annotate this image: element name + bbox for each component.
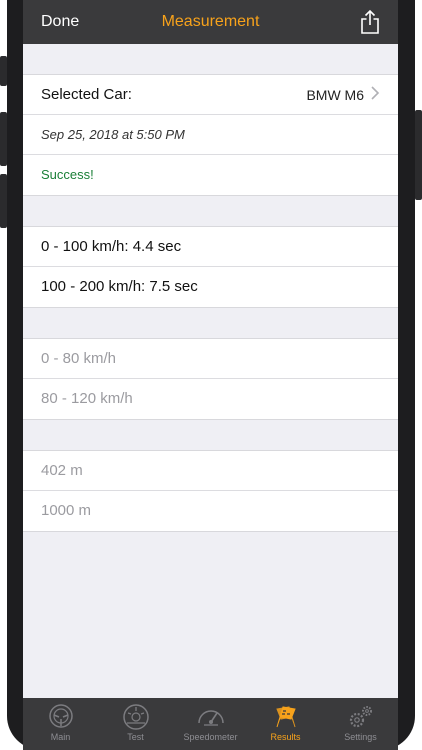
- date-row: Sep 25, 2018 at 5:50 PM: [23, 115, 398, 155]
- speed-range-row: 0 - 80 km/h: [23, 339, 398, 379]
- device-frame: Done Measurement Selected Car: BMW M6 Se…: [0, 0, 422, 750]
- selected-car-row[interactable]: Selected Car: BMW M6: [23, 75, 398, 115]
- distance-1000: 1000 m: [41, 502, 92, 519]
- volume-up-button: [0, 112, 7, 166]
- navigation-bar: Done Measurement: [23, 0, 398, 44]
- tab-test[interactable]: Test: [98, 698, 173, 750]
- tab-main[interactable]: Main: [23, 698, 98, 750]
- tab-speedometer-label: Speedometer: [183, 732, 238, 742]
- tab-results[interactable]: Results: [248, 698, 323, 750]
- power-button: [415, 110, 422, 200]
- test-gauge-icon: [122, 704, 149, 730]
- summary-section: Selected Car: BMW M6 Sep 25, 2018 at 5:5…: [23, 74, 398, 196]
- screen: Done Measurement Selected Car: BMW M6 Se…: [23, 0, 398, 750]
- tab-main-label: Main: [50, 732, 71, 742]
- tab-results-label: Results: [270, 732, 301, 742]
- speed-ranges-section: 0 - 80 km/h 80 - 120 km/h: [23, 338, 398, 420]
- status-row: Success!: [23, 155, 398, 195]
- distance-row: 1000 m: [23, 491, 398, 531]
- mute-switch: [0, 56, 7, 86]
- result-row: 0 - 100 km/h: 4.4 sec: [23, 227, 398, 267]
- selected-car-value: BMW M6: [306, 87, 364, 103]
- result-100-200: 100 - 200 km/h: 7.5 sec: [41, 278, 198, 295]
- tab-speedometer[interactable]: Speedometer: [173, 698, 248, 750]
- tab-test-label: Test: [127, 732, 144, 742]
- selected-car-label: Selected Car:: [41, 86, 132, 103]
- page-title: Measurement: [161, 13, 260, 30]
- distances-section: 402 m 1000 m: [23, 450, 398, 532]
- results-section: 0 - 100 km/h: 4.4 sec 100 - 200 km/h: 7.…: [23, 226, 398, 308]
- distance-402: 402 m: [41, 462, 83, 479]
- distance-row: 402 m: [23, 451, 398, 491]
- speedometer-icon: [197, 710, 224, 726]
- result-0-100: 0 - 100 km/h: 4.4 sec: [41, 238, 182, 255]
- chevron-right-icon: [371, 86, 380, 100]
- checkered-flags-icon: [275, 706, 296, 728]
- tab-bar: Main Test Speedometer Results Settings: [23, 698, 398, 750]
- tab-settings-label: Settings: [344, 732, 377, 742]
- result-row: 100 - 200 km/h: 7.5 sec: [23, 267, 398, 307]
- steering-wheel-icon: [48, 704, 73, 728]
- volume-down-button: [0, 174, 7, 228]
- range-80-120: 80 - 120 km/h: [41, 390, 133, 407]
- speed-range-row: 80 - 120 km/h: [23, 379, 398, 419]
- range-0-80: 0 - 80 km/h: [41, 350, 117, 367]
- gears-icon: [349, 706, 372, 728]
- share-icon[interactable]: [358, 9, 382, 35]
- measurement-date: Sep 25, 2018 at 5:50 PM: [41, 127, 185, 142]
- tab-settings[interactable]: Settings: [323, 698, 398, 750]
- status-text: Success!: [41, 167, 94, 182]
